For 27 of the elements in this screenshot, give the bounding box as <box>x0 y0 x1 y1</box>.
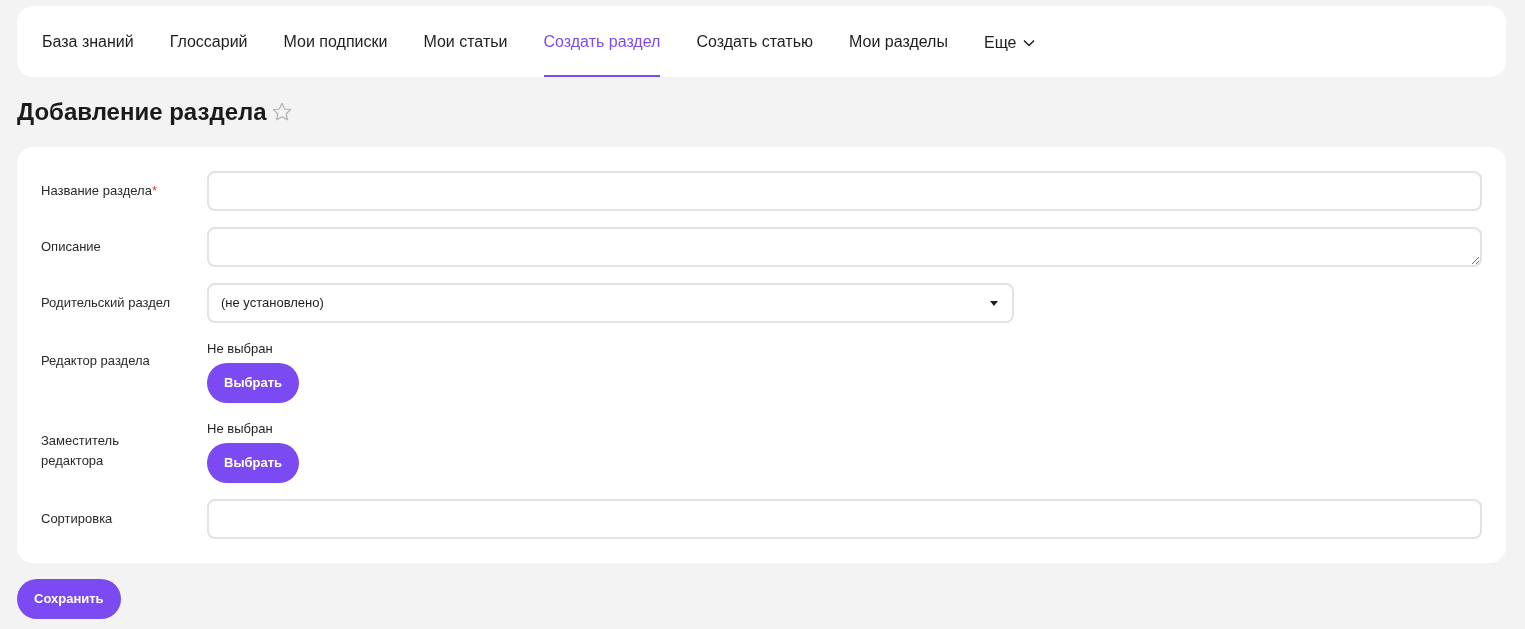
field-label: Редактор раздела <box>41 352 151 370</box>
choose-button[interactable]: Выбрать <box>207 443 300 483</box>
field-label: Заместитель редактора <box>41 432 120 470</box>
nav-tab[interactable]: База знаний <box>42 6 134 77</box>
choose-button[interactable]: Выбрать <box>207 363 300 403</box>
field-label: Сортировка <box>41 510 114 528</box>
nav-tab[interactable]: Мои разделы <box>849 6 948 77</box>
textarea-field[interactable] <box>207 227 1482 267</box>
star-icon[interactable] <box>270 101 293 123</box>
input-field[interactable] <box>207 499 1482 539</box>
chevron-down-icon <box>1022 38 1035 47</box>
page-title: Добавление раздела <box>17 97 267 127</box>
nav-tab[interactable]: Мои подписки <box>283 6 388 77</box>
selection-status: Не выбран <box>207 420 273 438</box>
field-label: Описание <box>41 238 102 256</box>
selection-status: Не выбран <box>207 340 273 358</box>
dropdown-arrow-icon <box>990 300 998 306</box>
input-field[interactable] <box>207 171 1482 211</box>
nav-tab[interactable]: Глоссарий <box>169 6 248 77</box>
more-menu[interactable]: Еще <box>983 30 1017 55</box>
field-label: Родительский раздел <box>41 294 172 312</box>
select-field[interactable]: (не установлено) <box>207 283 1014 323</box>
nav-tab[interactable]: Создать статью <box>696 6 813 77</box>
nav-tab[interactable]: Мои статьи <box>423 6 508 77</box>
nav-tab[interactable]: Создать раздел <box>543 6 661 77</box>
field-label: Название раздела* <box>41 182 158 200</box>
save-button[interactable]: Сохранить <box>17 579 121 619</box>
